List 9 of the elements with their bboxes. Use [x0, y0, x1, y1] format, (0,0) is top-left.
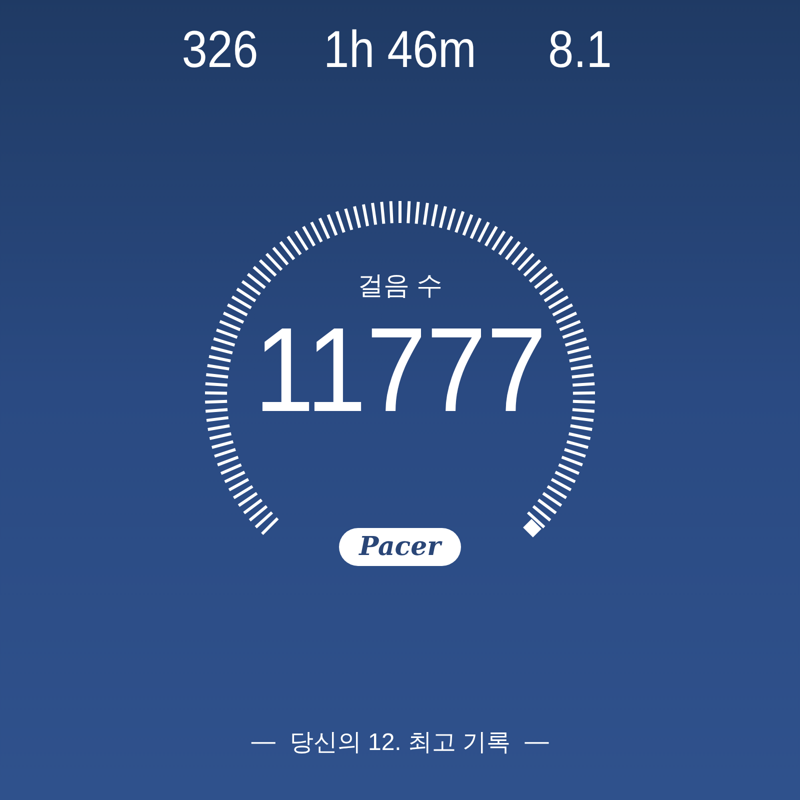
- dash: —: [251, 728, 276, 756]
- stat-value: 8.1: [547, 20, 613, 80]
- stat-value: 326: [180, 20, 260, 80]
- record-text: 당신의 12. 최고 기록: [289, 728, 511, 758]
- stat-value: 1h 46m: [322, 20, 478, 80]
- steps-count: 11777: [254, 308, 546, 432]
- brand-logo: Pacer: [339, 528, 461, 566]
- dash: —: [524, 728, 549, 756]
- steps-label: 걸음 수: [357, 270, 443, 300]
